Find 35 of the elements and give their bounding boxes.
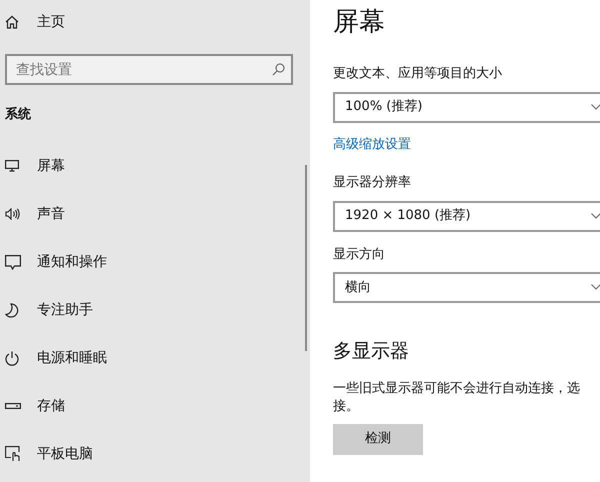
nav-label[interactable]: 存储	[37, 396, 65, 416]
chevron-icon	[591, 104, 600, 110]
description-text: 一些旧式显示器可能不会进行自动连接，选	[333, 380, 580, 398]
nav-label[interactable]: 平板电脑	[37, 444, 93, 464]
setting-label: 更改文本、应用等项目的大小	[333, 65, 502, 83]
nav-label[interactable]: 专注助手	[37, 300, 93, 320]
chevron-icon	[591, 212, 600, 218]
search-field[interactable]: 查找设置	[5, 54, 293, 85]
dropdown[interactable]: 1920 × 1080 (推荐)	[333, 200, 600, 232]
description-text: 接。	[333, 398, 359, 416]
dropdown[interactable]: 100% (推荐)	[333, 92, 600, 122]
section-heading: 多显示器	[333, 339, 409, 364]
nav-label[interactable]: 通知和操作	[37, 252, 107, 272]
setting-label: 显示器分辨率	[333, 174, 411, 192]
speaker-icon	[5, 208, 21, 220]
chevron-icon	[591, 284, 600, 290]
page-title: 屏幕	[333, 6, 385, 39]
monitor-icon	[5, 160, 19, 172]
moon-icon	[5, 302, 19, 318]
home-icon	[5, 15, 19, 29]
tablet-touch-icon	[5, 446, 21, 462]
detect-button[interactable]: 检测	[333, 424, 423, 454]
nav-label[interactable]: 声音	[37, 204, 65, 224]
setting-label: 显示方向	[333, 246, 385, 264]
drive-icon	[5, 403, 21, 409]
message-icon	[5, 254, 21, 270]
link[interactable]: 高级缩放设置	[333, 134, 411, 154]
section-heading: 系统	[5, 106, 31, 124]
dropdown[interactable]: 横向	[333, 272, 600, 303]
nav-label[interactable]: 主页	[37, 12, 65, 32]
nav-label[interactable]: 电源和睡眠	[37, 348, 107, 368]
power-icon	[5, 350, 19, 366]
search-icon	[272, 63, 285, 76]
scrollbar[interactable]	[305, 165, 307, 351]
nav-label[interactable]: 屏幕	[37, 156, 65, 176]
